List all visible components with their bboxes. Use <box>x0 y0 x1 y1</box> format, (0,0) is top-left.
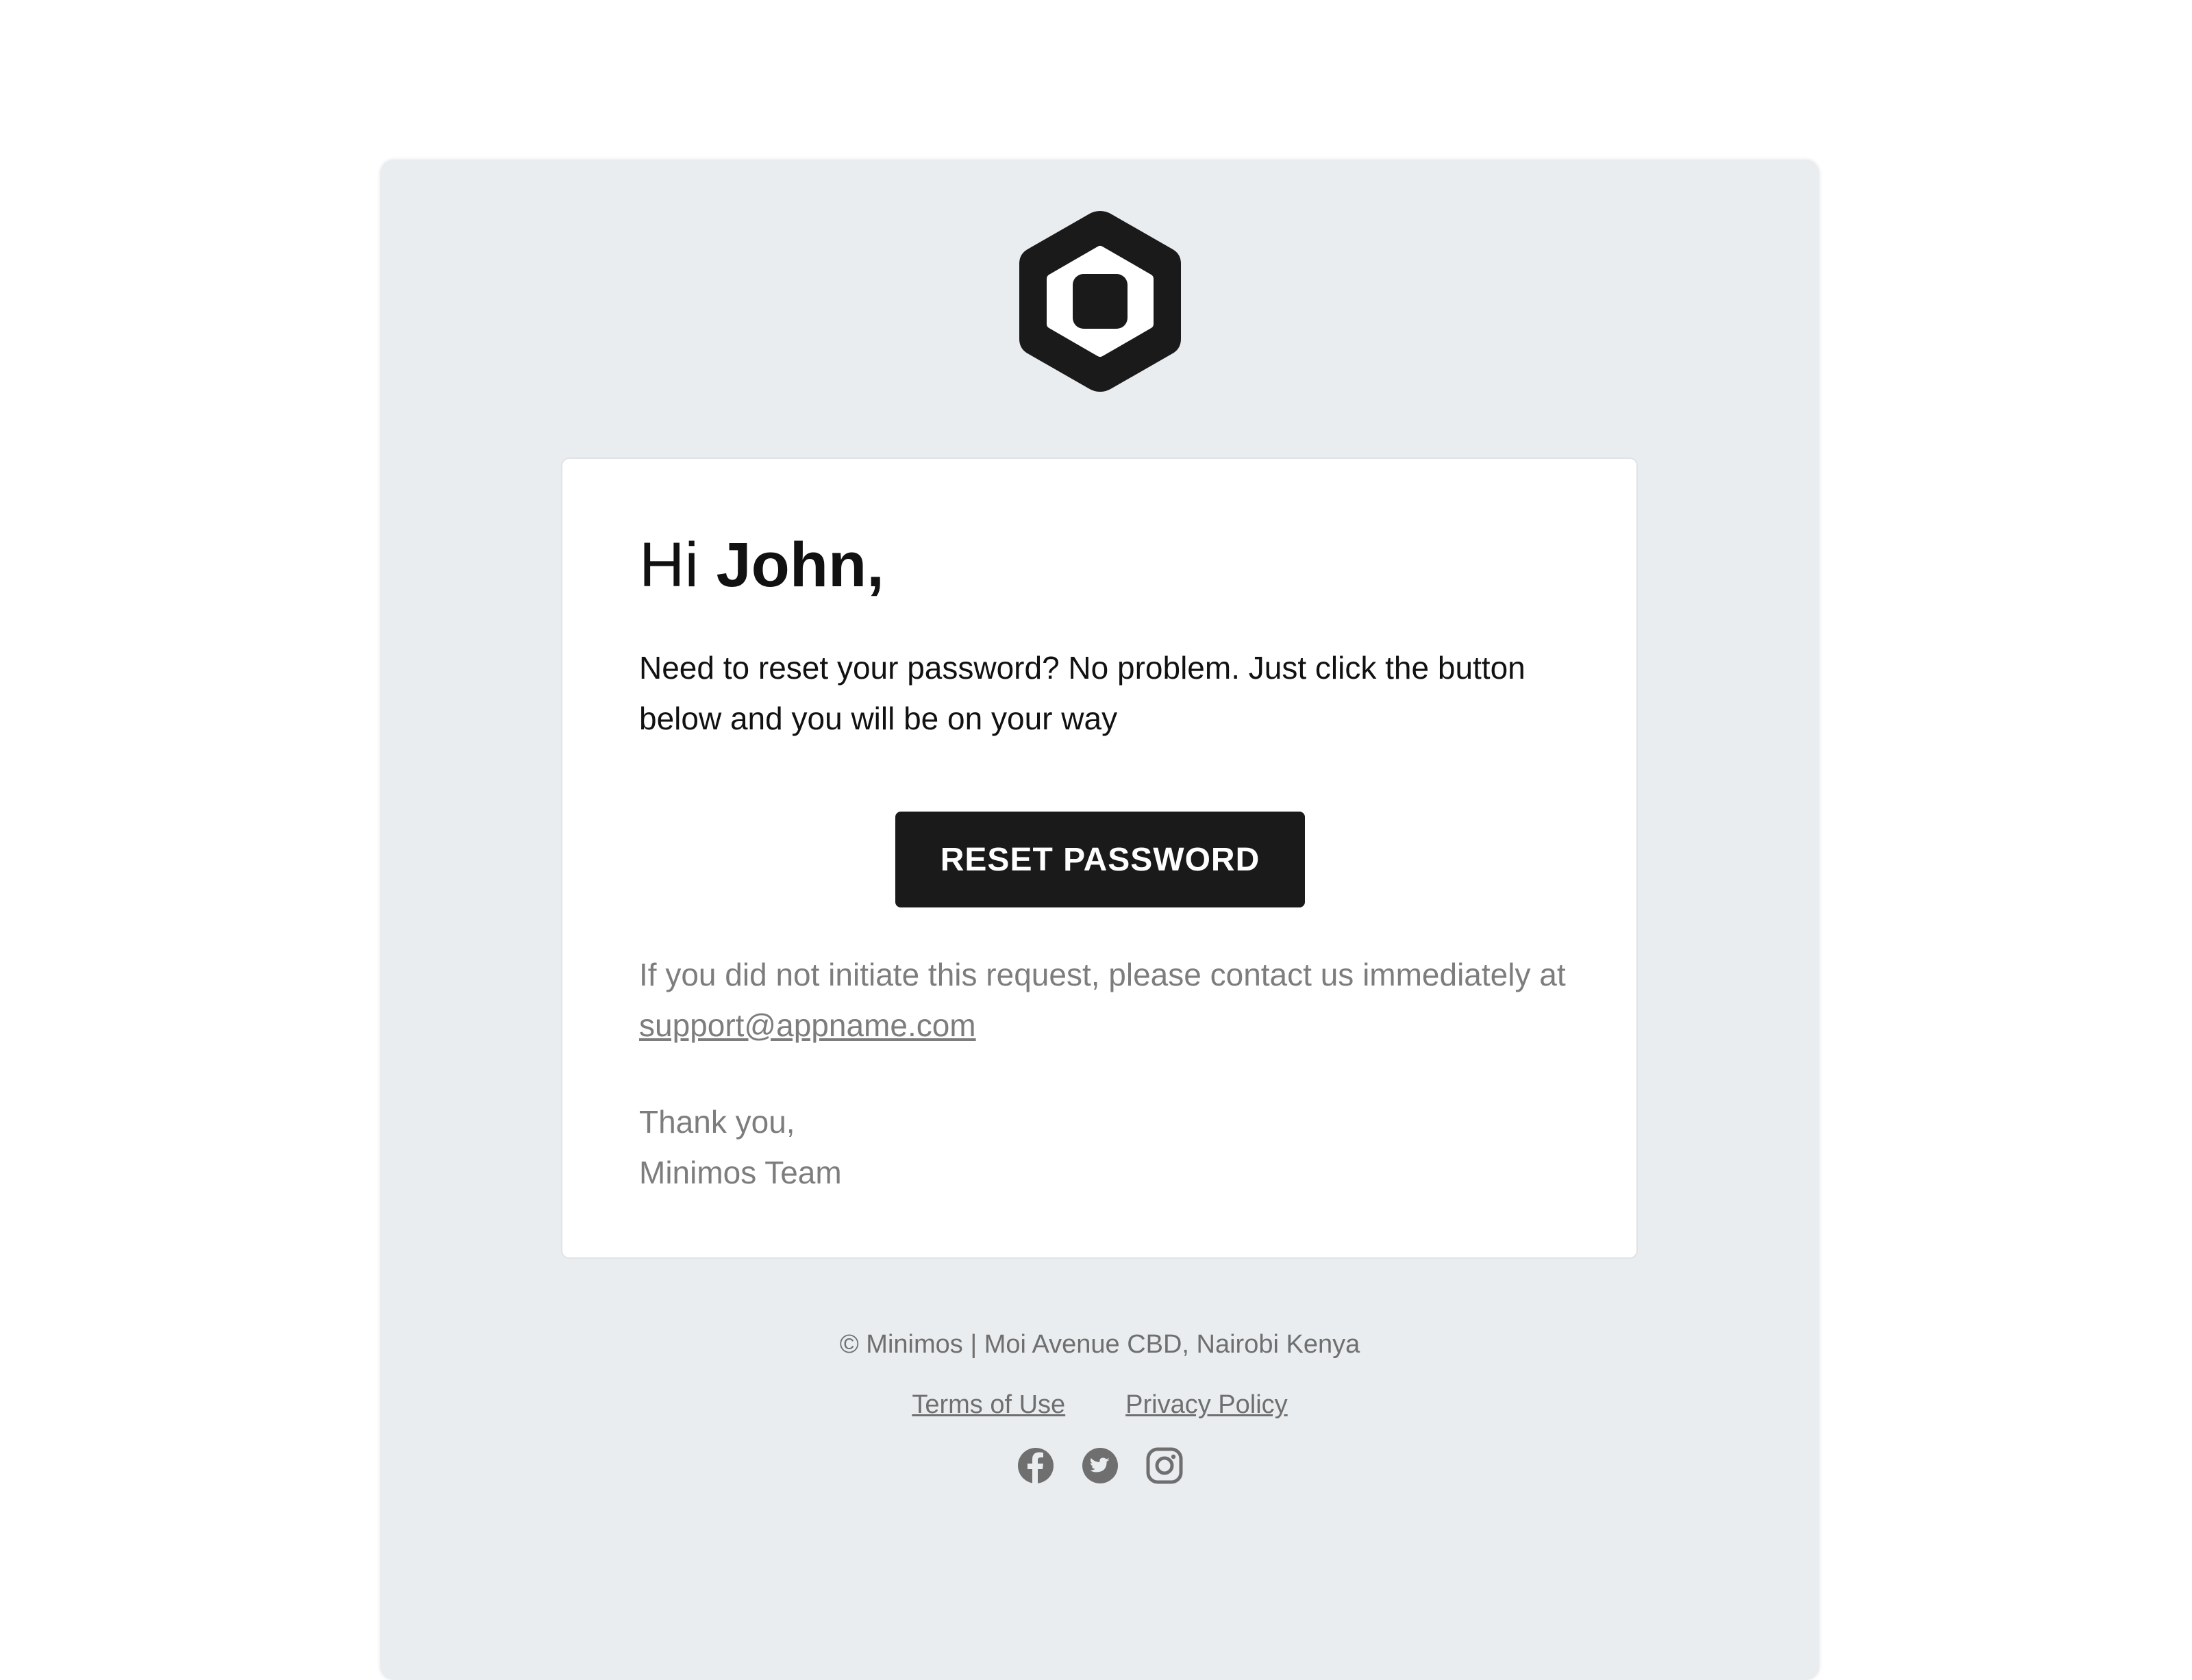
hexagon-logo-icon <box>1017 208 1184 394</box>
signoff: Thank you, Minimos Team <box>639 1096 842 1198</box>
footer-address: © Minimos | Moi Avenue CBD, Nairobi Keny… <box>839 1330 1360 1359</box>
privacy-policy-link[interactable]: Privacy Policy <box>1125 1390 1288 1419</box>
twitter-icon[interactable] <box>1081 1446 1119 1485</box>
signoff-thanks: Thank you, <box>639 1104 795 1140</box>
footer-links: Terms of Use Privacy Policy <box>380 1388 1819 1422</box>
security-notice: If you did not initiate this request, pl… <box>639 949 1584 1051</box>
greeting-name: John, <box>716 530 884 600</box>
instagram-icon[interactable] <box>1145 1446 1184 1485</box>
social-links <box>1017 1445 1184 1486</box>
facebook-icon[interactable] <box>1017 1446 1055 1485</box>
signoff-team: Minimos Team <box>639 1155 842 1190</box>
greeting-prefix: Hi <box>639 530 717 600</box>
notice-text: If you did not initiate this request, pl… <box>639 957 1566 992</box>
reset-password-button[interactable]: RESET PASSWORD <box>895 812 1305 907</box>
greeting-heading: Hi John, <box>639 527 884 603</box>
terms-of-use-link[interactable]: Terms of Use <box>912 1390 1065 1419</box>
support-email-link[interactable]: support@appname.com <box>639 1007 976 1043</box>
message-body: Need to reset your password? No problem.… <box>639 650 1525 736</box>
